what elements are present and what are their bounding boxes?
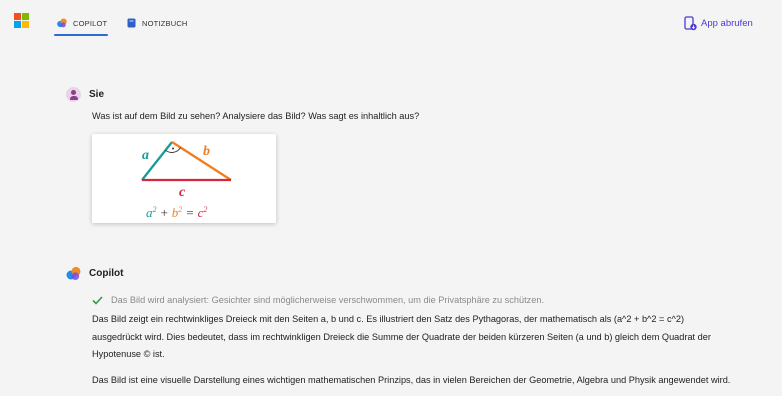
user-message-text: Was ist auf dem Bild zu sehen? Analysier…: [92, 111, 420, 121]
copilot-message-header: Copilot: [66, 266, 123, 281]
active-tab-indicator: [54, 34, 108, 36]
top-bar: COPILOT NOTIZBUCH App abrufen: [0, 0, 782, 42]
attached-image[interactable]: a b c a2 + b2 = c2: [92, 134, 276, 223]
microsoft-logo-icon[interactable]: [14, 13, 30, 29]
tab-notizbuch-label: NOTIZBUCH: [142, 18, 188, 28]
tab-notizbuch[interactable]: NOTIZBUCH: [127, 16, 188, 30]
copilot-name: Copilot: [89, 268, 124, 279]
get-app-label: App abrufen: [701, 18, 753, 29]
user-name: Sie: [89, 89, 105, 100]
tab-copilot[interactable]: COPILOT: [57, 16, 107, 30]
phone-download-icon: [684, 16, 697, 31]
svg-text:c: c: [179, 185, 186, 200]
copilot-icon: [57, 18, 67, 28]
notebook-icon: [127, 18, 136, 28]
copilot-paragraph-1-line-2: ausgedrückt wird. Dies bedeutet, dass im…: [92, 331, 711, 342]
tab-copilot-label: COPILOT: [73, 18, 108, 28]
svg-text:a: a: [142, 148, 149, 163]
user-message-header: Sie: [66, 87, 104, 102]
get-app-button[interactable]: App abrufen: [684, 16, 753, 31]
svg-text:b: b: [203, 144, 210, 159]
checkmark-icon: [92, 295, 103, 305]
copilot-paragraph-1-line-3: Hypotenuse © ist.: [92, 349, 165, 359]
copilot-avatar-icon: [66, 266, 81, 280]
analysis-status: Das Bild wird analysiert: Gesichter sind…: [92, 295, 544, 305]
copilot-paragraph-1-line-1: Das Bild zeigt ein rechtwinkliges Dreiec…: [92, 314, 685, 324]
user-avatar-icon: [66, 87, 81, 102]
analysis-status-text: Das Bild wird analysiert: Gesichter sind…: [111, 295, 545, 305]
copilot-paragraph-2: Das Bild ist eine visuelle Darstellung e…: [92, 375, 731, 385]
pythagoras-triangle-image: a b c a2 + b2 = c2: [141, 141, 232, 220]
svg-text:a2 + b2 = c2: a2 + b2 = c2: [146, 205, 207, 220]
